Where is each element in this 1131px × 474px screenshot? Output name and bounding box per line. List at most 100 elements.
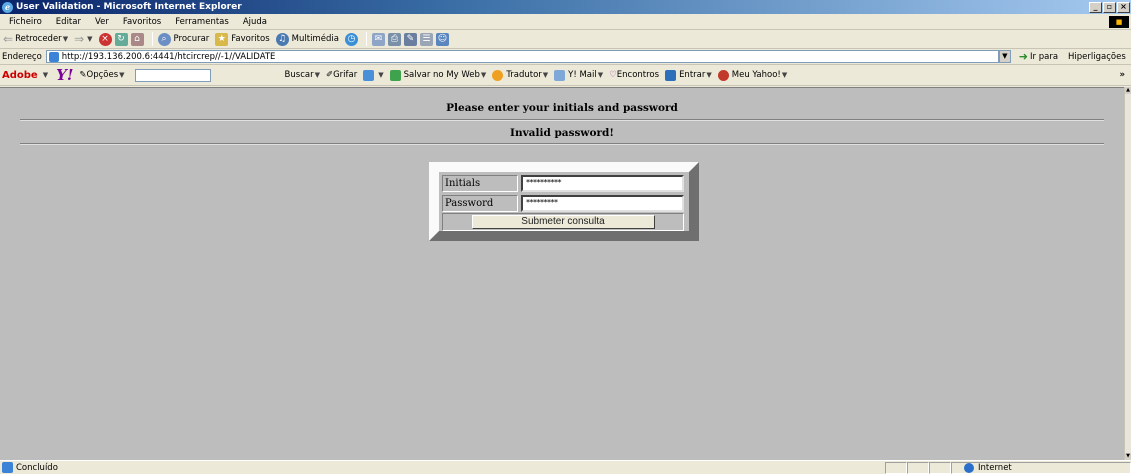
messenger-icon[interactable]: ☺ — [435, 32, 449, 46]
search-button[interactable]: ⌕ Procurar — [157, 32, 209, 46]
options-button[interactable]: ✎ Opções ▼ — [79, 70, 124, 80]
menu-bar: Ficheiro Editar Ver Favoritos Ferramenta… — [0, 14, 1131, 30]
forward-arrow-icon: ⇒ — [74, 32, 85, 46]
meetings-label: Encontros — [616, 70, 660, 80]
media-label: Multimédia — [291, 34, 339, 44]
submit-button[interactable]: Submeter consulta — [471, 215, 655, 229]
popup-blocker-button[interactable]: ▼ — [363, 69, 384, 81]
more-chevron-icon[interactable]: » — [1120, 70, 1126, 80]
vertical-scrollbar[interactable]: ▲ ▼ — [1124, 87, 1131, 460]
toolbar-separator — [365, 32, 367, 46]
initials-input[interactable]: ********** — [521, 174, 684, 192]
scroll-down-icon[interactable]: ▼ — [1125, 453, 1131, 460]
favorites-label: Favoritos — [231, 34, 270, 44]
meetings-button[interactable]: ♡ Encontros — [609, 70, 659, 80]
yahoo-logo[interactable]: Y! — [56, 66, 73, 84]
favorites-button[interactable]: ★ Favoritos — [215, 32, 270, 46]
password-input[interactable]: ********* — [521, 194, 684, 212]
history-icon[interactable]: ◷ — [344, 32, 358, 46]
ie-icon: e — [2, 1, 13, 13]
chevron-down-icon: ▼ — [314, 71, 320, 79]
highlight-label: Grifar — [333, 70, 358, 80]
yahoo-mail-label: Y! Mail — [568, 70, 597, 80]
globe-icon — [964, 462, 974, 473]
status-panel — [907, 461, 929, 474]
menu-view[interactable]: Ver — [88, 17, 116, 27]
links-button[interactable]: Hiperligações — [1068, 52, 1126, 62]
home-icon[interactable]: ⌂ — [130, 32, 144, 46]
divider — [20, 143, 1104, 145]
heart-icon: ♡ — [609, 70, 617, 80]
yahoo-toolbar: Adobe ▼ Y! ✎ Opções ▼ Buscar ▼ ✐ Grifar … — [0, 65, 1131, 86]
favorites-icon: ★ — [215, 32, 229, 46]
print-icon[interactable]: ⎙ — [387, 32, 401, 46]
minimize-button[interactable]: _ — [1089, 1, 1102, 13]
media-button[interactable]: ♫ Multimédia — [275, 32, 339, 46]
discuss-icon[interactable]: ☰ — [419, 32, 433, 46]
menu-edit[interactable]: Editar — [49, 17, 88, 27]
zone-label: Internet — [978, 462, 1012, 473]
yahoo-search-input[interactable] — [134, 68, 211, 82]
my-yahoo-button[interactable]: Meu Yahoo! ▼ — [717, 69, 788, 81]
error-message: Invalid password! — [510, 127, 614, 139]
mail-icon[interactable]: ✉ — [371, 32, 385, 46]
go-arrow-icon: ➜ — [1018, 50, 1029, 63]
menu-help[interactable]: Ajuda — [236, 17, 274, 27]
chevron-down-icon: ▼ — [62, 35, 69, 43]
password-label: Password — [442, 194, 518, 212]
login-form: Initials ********** Password ********* S… — [429, 162, 699, 241]
scroll-up-icon[interactable]: ▲ — [1125, 87, 1131, 94]
save-myweb-button[interactable]: Salvar no My Web ▼ — [389, 69, 486, 81]
chevron-down-icon: ▼ — [781, 71, 788, 79]
restore-button[interactable]: ▫ — [1103, 1, 1116, 13]
signin-icon — [665, 69, 677, 81]
address-bar: Endereço http://193.136.200.6:4441/htcir… — [0, 49, 1131, 65]
status-panel — [885, 461, 907, 474]
edit-icon[interactable]: ✎ — [403, 32, 417, 46]
window-controls: _ ▫ × — [1089, 1, 1130, 13]
status-text: Concluído — [16, 462, 58, 473]
enter-label: Entrar — [679, 70, 706, 80]
browser-window: e User Validation - Microsoft Internet E… — [0, 0, 1131, 474]
go-label: Ir para — [1030, 51, 1059, 62]
toolbar-separator — [151, 32, 153, 46]
enter-button[interactable]: Entrar ▼ — [665, 69, 712, 81]
menu-favorites[interactable]: Favoritos — [116, 17, 168, 27]
page-done-icon — [2, 462, 13, 473]
highlight-button[interactable]: ✐ Grifar — [326, 70, 357, 80]
chevron-down-icon: ▼ — [542, 71, 549, 79]
title-bar: e User Validation - Microsoft Internet E… — [0, 0, 1131, 14]
my-yahoo-icon — [717, 69, 729, 81]
initials-row: Initials ********** — [442, 173, 686, 193]
security-zone: Internet — [951, 461, 1131, 474]
save-icon — [389, 69, 401, 81]
address-input[interactable]: http://193.136.200.6:4441/htcircrep//-1/… — [45, 50, 999, 63]
forward-button[interactable]: ⇒ ▼ — [74, 32, 92, 46]
back-button[interactable]: ⇐ Retroceder ▼ — [3, 32, 68, 46]
chevron-down-icon: ▼ — [87, 35, 93, 43]
chevron-down-icon: ▼ — [706, 71, 712, 79]
stop-icon[interactable]: × — [98, 32, 112, 46]
chevron-down-icon: ▼ — [378, 71, 384, 79]
menu-tools[interactable]: Ferramentas — [168, 17, 236, 27]
page-heading: Please enter your initials and password — [446, 102, 678, 114]
yahoo-mail-button[interactable]: Y! Mail ▼ — [554, 69, 603, 81]
address-dropdown-button[interactable]: ▼ — [998, 50, 1011, 63]
refresh-icon[interactable]: ↻ — [114, 32, 128, 46]
adobe-button[interactable]: Adobe — [2, 70, 38, 81]
initials-label: Initials — [442, 174, 518, 192]
mail-icon — [554, 69, 566, 81]
search-web-button[interactable]: Buscar ▼ — [285, 70, 320, 80]
chevron-down-icon: ▼ — [42, 71, 49, 79]
menu-file[interactable]: Ficheiro — [2, 17, 49, 27]
options-label: Opções — [86, 70, 119, 80]
divider — [20, 119, 1104, 121]
go-button[interactable]: ➜ Ir para — [1019, 50, 1058, 63]
chevron-down-icon: ▼ — [119, 71, 125, 79]
translator-label: Tradutor — [506, 70, 542, 80]
search-web-label: Buscar — [284, 70, 314, 80]
popup-icon — [363, 69, 375, 81]
close-button[interactable]: × — [1117, 1, 1130, 13]
translator-button[interactable]: Tradutor ▼ — [492, 69, 549, 81]
address-label: Endereço — [2, 51, 42, 62]
